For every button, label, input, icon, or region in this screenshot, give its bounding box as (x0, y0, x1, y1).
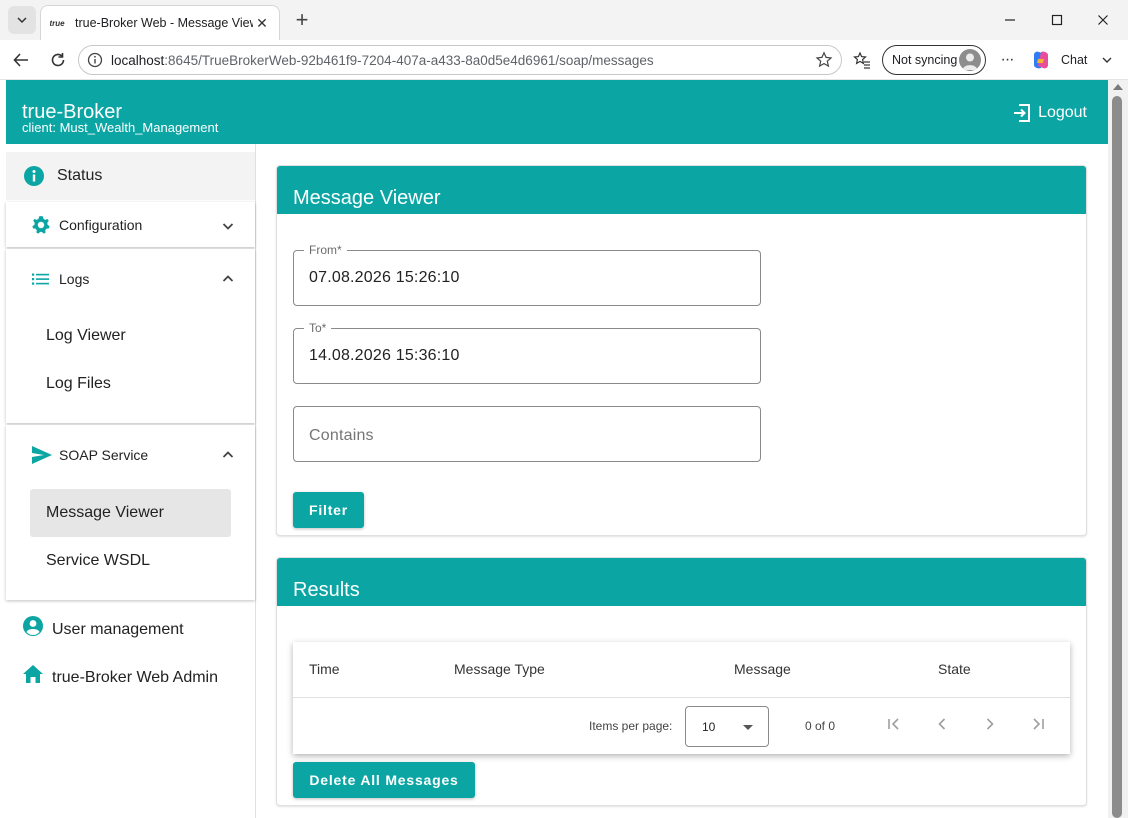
contains-field[interactable]: Contains (293, 406, 761, 462)
sidebar-item-label: Status (57, 167, 103, 184)
delete-all-messages-button[interactable]: Delete All Messages (293, 762, 475, 798)
gear-icon (32, 215, 50, 234)
previous-page-icon[interactable] (932, 714, 952, 734)
contains-placeholder: Contains (309, 427, 374, 444)
url-host: localhost (111, 52, 165, 68)
configuration-panel: Configuration (6, 202, 255, 247)
logs-panel-header[interactable]: Logs (6, 255, 255, 303)
last-page-icon[interactable] (1028, 714, 1048, 734)
info-icon (24, 166, 44, 186)
message-viewer-title: Message Viewer (277, 166, 1086, 214)
chat-label: Chat (1061, 53, 1088, 67)
more-menu-icon[interactable]: ··· (994, 47, 1020, 73)
from-value: 07.08.2026 15:26:10 (309, 269, 460, 286)
tab-title: true-Broker Web - Message Viewer (75, 16, 253, 30)
to-label: To* (304, 321, 332, 335)
column-header-message[interactable]: Message (734, 661, 791, 677)
chevron-down-icon (17, 17, 27, 24)
home-icon (23, 665, 43, 683)
maximize-icon[interactable] (1045, 8, 1069, 32)
configuration-panel-header[interactable]: Configuration (6, 202, 255, 247)
tab-favicon: true (49, 18, 65, 28)
filter-button[interactable]: Filter (293, 492, 364, 528)
soap-service-panel-header[interactable]: SOAP Service (6, 431, 255, 479)
configuration-label: Configuration (59, 216, 143, 233)
items-per-page-value: 10 (702, 720, 716, 734)
from-field[interactable]: From* 07.08.2026 15:26:10 (293, 243, 761, 306)
account-circle-icon (23, 616, 43, 636)
chevron-down-icon (1102, 57, 1112, 63)
favorites-icon[interactable] (849, 47, 875, 73)
column-header-message-type[interactable]: Message Type (454, 661, 545, 677)
browser-toolbar: localhost:8645/TrueBrokerWeb-92b461f9-72… (0, 40, 1128, 80)
sidebar-item-log-viewer[interactable]: Log Viewer (30, 312, 231, 360)
sidebar-item-message-viewer[interactable]: Message Viewer (30, 489, 231, 537)
caret-down-icon (743, 725, 753, 730)
sidebar-item-admin[interactable]: true-Broker Web Admin (22, 661, 218, 687)
address-bar[interactable]: localhost:8645/TrueBrokerWeb-92b461f9-72… (78, 45, 842, 75)
to-value: 14.08.2026 15:36:10 (309, 347, 460, 364)
browser-tabstrip: true true-Broker Web - Message Viewer ✕ … (0, 0, 1128, 40)
column-header-time[interactable]: Time (309, 661, 340, 677)
sidebar-item-label: User management (52, 621, 184, 638)
sidebar-item-user-management[interactable]: User management (22, 613, 184, 639)
chevron-up-icon (222, 275, 234, 282)
chevron-up-icon (222, 451, 234, 458)
soap-service-label: SOAP Service (59, 447, 149, 463)
reload-icon[interactable] (45, 47, 71, 73)
logs-label: Logs (59, 271, 90, 287)
send-icon (32, 446, 52, 464)
tab-list-button[interactable] (8, 6, 36, 34)
avatar (959, 49, 981, 71)
back-icon[interactable] (8, 47, 34, 73)
tab-close-icon[interactable]: ✕ (253, 14, 271, 32)
url-path: :8645/TrueBrokerWeb-92b461f9-7204-407a-a… (164, 52, 654, 68)
message-viewer-card: Message Viewer From* 07.08.2026 15:26:10… (276, 165, 1087, 536)
results-card: Results Time Message Type Message State … (276, 557, 1087, 806)
copilot-chat-button[interactable]: Chat (1030, 47, 1122, 73)
sidebar: Status Configuration Logs Log Viewer Log… (6, 144, 256, 818)
chevron-down-icon (222, 223, 234, 230)
scroll-thumb[interactable] (1112, 96, 1122, 818)
browser-tab[interactable]: true true-Broker Web - Message Viewer ✕ (40, 5, 280, 40)
client-name: client: Must_Wealth_Management (22, 120, 219, 135)
app-header: true-Broker client: Must_Wealth_Manageme… (6, 80, 1108, 144)
logs-panel: Logs Log Viewer Log Files (6, 249, 255, 423)
url-text: localhost:8645/TrueBrokerWeb-92b461f9-72… (111, 53, 654, 68)
table-divider (293, 697, 1070, 698)
sync-label: Not syncing (892, 53, 958, 67)
favorite-star-icon[interactable] (815, 51, 833, 69)
sidebar-item-status[interactable]: Status (6, 152, 255, 200)
copilot-icon (1034, 51, 1048, 69)
list-icon (32, 273, 49, 285)
sidebar-item-log-files[interactable]: Log Files (30, 360, 231, 408)
column-header-state[interactable]: State (938, 661, 971, 677)
page-range-label: 0 of 0 (805, 719, 836, 733)
next-page-icon[interactable] (980, 714, 1000, 734)
soap-service-panel: SOAP Service Message Viewer Service WSDL (6, 425, 255, 600)
main-content: Message Viewer From* 07.08.2026 15:26:10… (257, 144, 1108, 818)
sidebar-item-label: true-Broker Web Admin (52, 669, 218, 686)
logout-button[interactable]: Logout (1012, 103, 1087, 123)
items-per-page-select[interactable]: 10 (685, 706, 769, 747)
scroll-up-icon[interactable] (1113, 84, 1123, 90)
minimize-icon[interactable] (998, 8, 1022, 32)
page-scrollbar[interactable] (1108, 80, 1128, 818)
logout-label: Logout (1038, 104, 1087, 121)
from-label: From* (304, 243, 347, 257)
close-window-icon[interactable] (1091, 8, 1115, 32)
first-page-icon[interactable] (884, 714, 904, 734)
results-title: Results (277, 558, 1086, 606)
info-icon[interactable] (87, 52, 103, 68)
profile-sync-button[interactable]: Not syncing (882, 45, 986, 75)
new-tab-button[interactable]: + (290, 7, 314, 32)
results-table: Time Message Type Message State Items pe… (293, 642, 1070, 754)
to-field[interactable]: To* 14.08.2026 15:36:10 (293, 321, 761, 384)
sidebar-item-service-wsdl[interactable]: Service WSDL (30, 537, 231, 585)
items-per-page-label: Items per page: (589, 719, 673, 733)
logout-icon (1014, 104, 1031, 122)
